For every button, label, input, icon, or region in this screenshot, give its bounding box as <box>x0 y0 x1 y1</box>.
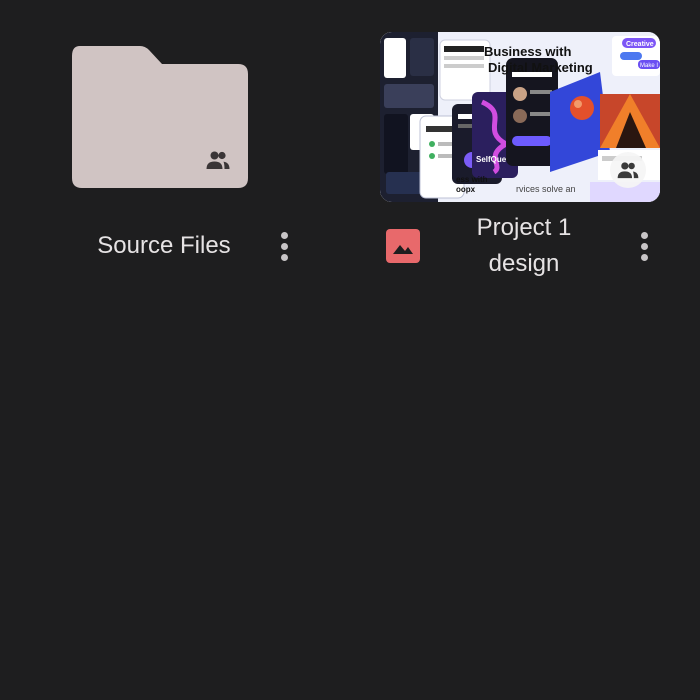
thumb-headline-1: Business with <box>484 44 571 59</box>
people-icon <box>206 151 230 169</box>
more-vert-icon-dot <box>640 253 648 261</box>
file-name: Project 1 design <box>476 214 572 277</box>
shared-badge <box>610 152 646 188</box>
more-options-button[interactable] <box>272 226 296 266</box>
more-vert-icon-dot <box>280 231 288 239</box>
folder-name: Source Files <box>97 232 231 259</box>
more-vert-icon-dot <box>640 242 648 250</box>
people-icon <box>617 162 639 179</box>
thumb-text-oopx: oopx <box>456 185 476 194</box>
file-grid: Source Files SelfQuest ess with oopx Bus… <box>0 0 700 700</box>
thumb-text-make: Make I <box>640 63 658 69</box>
thumb-text-creative: Creative <box>626 41 654 48</box>
thumb-headline-2: Digital Marketing <box>488 60 593 75</box>
more-vert-icon-dot <box>280 253 288 261</box>
file-thumbnail: SelfQuest ess with oopx Business with Di… <box>380 32 660 202</box>
more-vert-icon-dot <box>280 242 288 250</box>
file-card-project-1-design[interactable]: SelfQuest ess with oopx Business with Di… <box>350 0 700 300</box>
folder-card-source-files[interactable]: Source Files <box>0 0 350 300</box>
more-options-button[interactable] <box>632 226 656 266</box>
image-icon <box>386 229 420 263</box>
more-vert-icon-dot <box>640 231 648 239</box>
thumb-text-services: rvices solve an <box>516 184 576 194</box>
thumb-text-business: ess with <box>456 175 488 184</box>
